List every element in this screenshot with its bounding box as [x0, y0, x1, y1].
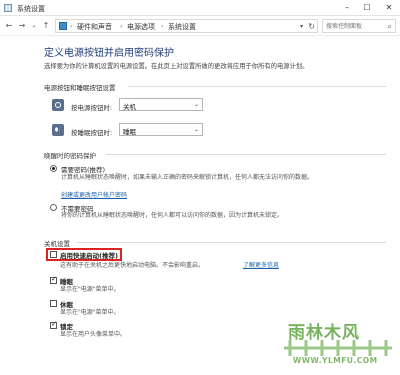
wake-password-group-title: 唤醒时的密码保护 — [44, 152, 96, 160]
back-arrow-icon[interactable]: ← — [4, 20, 14, 32]
fast-startup-description: 这有助于在关机之后更快地启动电脑。不会影响重启。 — [60, 262, 205, 269]
lock-checkbox[interactable] — [50, 320, 57, 329]
crumb-power-options[interactable]: 电源选项 — [127, 21, 155, 33]
crumb-system-settings[interactable]: 系统设置 — [168, 21, 196, 33]
group-divider — [76, 242, 386, 243]
chevron-right-icon: › — [161, 23, 164, 30]
require-password-desc-text: 计算机从睡眠状态唤醒时，如果未输入正确的密码来解锁计算机，任何人都无法访问你的数… — [61, 174, 314, 181]
lock-description: 显示在用户头像菜单中。 — [60, 331, 127, 338]
page-title: 定义电源按钮并启用密码保护 — [44, 48, 174, 59]
group-divider — [128, 86, 386, 87]
sleep-checkbox[interactable] — [50, 275, 57, 284]
no-password-radio[interactable] — [50, 204, 57, 211]
recent-dropdown-icon[interactable]: ⌄ — [29, 20, 39, 32]
learn-more-link[interactable]: 了解更多信息 — [243, 262, 279, 271]
search-icon: ⌕ — [387, 22, 392, 31]
hibernate-description: 显示在"电源"菜单中。 — [60, 309, 120, 316]
sleep-button-action-select[interactable]: 睡眠 ⌄ — [119, 123, 203, 136]
require-password-radio[interactable] — [50, 165, 57, 172]
control-panel-icon — [4, 4, 12, 12]
sleep-description: 显示在"电源"菜单中。 — [60, 286, 120, 293]
page-description: 选择要为你的计算机设置的电源设置。在此页上对设置所做的更改将应用于你所有的电源计… — [44, 63, 309, 70]
sleep-button-action-value: 睡眠 — [123, 128, 136, 136]
title-bar: 系统设置 – ☐ ✕ — [0, 0, 400, 16]
window-title: 系统设置 — [17, 5, 45, 13]
breadcrumb[interactable]: › 硬件和声音 › 电源选项 › 系统设置 ▾ ↻ — [55, 19, 318, 33]
watermark-brand: 雨林木风 — [288, 323, 360, 343]
fast-startup-label[interactable]: 启用快速启动(推荐) — [60, 250, 118, 260]
power-button-label: 按电源按钮时: — [71, 104, 113, 112]
sleep-button-label: 按睡眠按钮时: — [71, 129, 113, 137]
search-box[interactable]: ⌕ — [322, 19, 396, 33]
maximize-button[interactable]: ☐ — [358, 0, 376, 16]
close-button[interactable]: ✕ — [380, 0, 398, 16]
require-password-description: 计算机从睡眠状态唤醒时，如果未输入正确的密码来解锁计算机，任何人都无法访问你的数… — [61, 174, 381, 183]
minimize-button[interactable]: – — [338, 0, 356, 16]
power-button-action-select[interactable]: 关机 ⌄ — [119, 98, 203, 111]
fast-startup-checkbox[interactable] — [50, 251, 57, 258]
power-button-action-value: 关机 — [123, 103, 136, 111]
power-buttons-group-title: 电源按钮和睡眠按钮设置 — [44, 84, 116, 92]
control-panel-crumb-icon — [59, 22, 67, 30]
chevron-right-icon: › — [70, 23, 73, 30]
no-password-description: 将你的计算机从睡眠状态唤醒时，任何人都可以访问你的数据，因为计算机未锁定。 — [61, 212, 284, 219]
sleep-button-icon — [52, 124, 64, 136]
change-password-link[interactable]: 创建或更改用户帐户密码 — [61, 192, 127, 201]
group-divider — [106, 154, 386, 155]
hibernate-checkbox[interactable] — [50, 300, 57, 307]
search-input[interactable] — [326, 21, 382, 32]
up-arrow-icon[interactable]: ↑ — [41, 20, 51, 32]
watermark-url: WWW.YLMFU.COM — [293, 356, 378, 365]
crumb-hardware-sound[interactable]: 硬件和声音 — [77, 21, 112, 33]
forward-arrow-icon[interactable]: → — [17, 20, 27, 32]
shutdown-group-title: 关机设置 — [44, 240, 70, 248]
refresh-icon[interactable]: ↻ — [308, 21, 315, 33]
address-bar: ← → ⌄ ↑ › 硬件和声音 › 电源选项 › 系统设置 ▾ ↻ ⌕ — [0, 16, 400, 36]
sleep-label[interactable]: 睡眠 — [60, 276, 73, 286]
hibernate-label[interactable]: 休眠 — [60, 299, 73, 309]
chevron-right-icon: › — [120, 23, 123, 30]
chevron-down-icon[interactable]: ▾ — [300, 21, 303, 33]
chevron-down-icon: ⌄ — [193, 101, 199, 108]
power-button-icon — [52, 99, 64, 111]
lock-label[interactable]: 锁定 — [60, 321, 73, 331]
require-password-label[interactable]: 需要密码(推荐) — [61, 164, 105, 174]
chevron-down-icon: ⌄ — [193, 126, 199, 133]
